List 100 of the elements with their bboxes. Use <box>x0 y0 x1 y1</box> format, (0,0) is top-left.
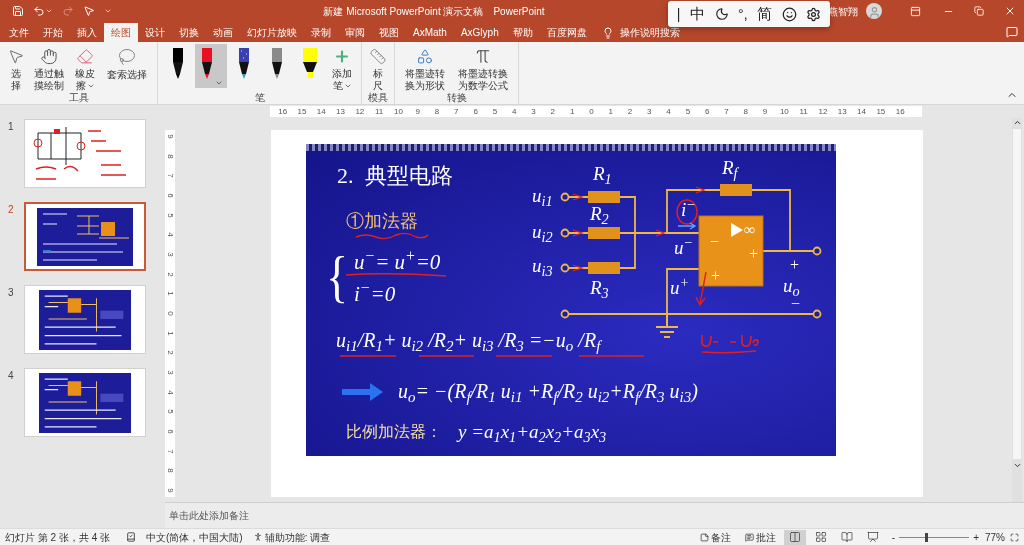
ruler-number: 11 <box>798 106 809 117</box>
comment-icon[interactable] <box>1006 26 1018 38</box>
circuit-label: u$^{−}$ <box>674 238 694 257</box>
undo-icon[interactable] <box>33 5 45 17</box>
save-icon[interactable] <box>12 5 24 17</box>
accessibility-status[interactable]: 辅助功能: 调查 <box>264 529 331 545</box>
settings-icon[interactable] <box>806 6 822 22</box>
ribbon-button[interactable]: 通过触摸绘制 <box>29 44 69 92</box>
ruler-number: 6 <box>165 429 175 434</box>
ruler-number: 3 <box>165 370 175 375</box>
zoom-out-button[interactable]: - <box>891 529 896 545</box>
highlighter-icon <box>302 47 318 81</box>
ribbon-tab[interactable]: 绘图 <box>104 23 138 42</box>
output-sign: − <box>791 296 801 312</box>
ruler-number: 8 <box>165 468 175 473</box>
zoom-level[interactable]: 77% <box>985 529 1005 545</box>
ribbon-tab[interactable]: 插入 <box>70 23 104 42</box>
ruler-number: 9 <box>165 134 175 139</box>
comments-button[interactable]: 批注 <box>744 529 776 545</box>
ribbon-tab[interactable]: 审阅 <box>338 23 372 42</box>
scroll-up-icon[interactable] <box>1012 118 1022 127</box>
ribbon-button[interactable]: 橡皮擦 <box>70 44 100 92</box>
punctuation-button[interactable]: °, <box>738 3 748 25</box>
terminal <box>560 309 570 319</box>
notes-button[interactable]: 备注 <box>699 529 731 545</box>
shapes-icon <box>416 48 434 65</box>
slide-number: 4 <box>7 369 15 383</box>
caret-icon[interactable] <box>45 7 53 15</box>
ribbon-tab[interactable]: 百度网盘 <box>539 23 594 42</box>
smiley-icon[interactable] <box>781 6 797 22</box>
ruler-number: 7 <box>453 106 460 117</box>
ribbon-tab[interactable]: 设计 <box>138 23 172 42</box>
slide-thumbnail[interactable] <box>24 202 146 271</box>
slide-subtitle: ①加法器 <box>346 212 418 230</box>
ribbon-tab[interactable]: 开始 <box>36 23 70 42</box>
arrow-icon <box>342 383 383 401</box>
resistor <box>720 184 752 196</box>
pen-button[interactable] <box>195 44 227 88</box>
pen-icon <box>199 47 215 81</box>
ruler-number: 16 <box>277 106 289 117</box>
notes-field[interactable]: 单击此处添加备注 <box>169 508 249 523</box>
normal-view-icon <box>788 531 801 543</box>
restore-icon[interactable] <box>974 6 984 16</box>
ink-handwriting-drawing <box>701 334 759 354</box>
language-status[interactable]: 中文(简体，中国大陆) <box>146 529 243 545</box>
pointer-icon[interactable] <box>83 5 95 17</box>
ribbon-tab[interactable]: 视图 <box>372 23 406 42</box>
ribbon-tab[interactable]: 录制 <box>304 23 338 42</box>
ribbon-button[interactable]: 将墨迹转换为数学公式 <box>452 44 514 92</box>
zoom-in-button[interactable]: + <box>973 529 979 545</box>
ime-mode-button[interactable]: 中 <box>689 2 705 26</box>
scroll-bar[interactable] <box>1012 118 1022 502</box>
ruler-number: 13 <box>836 106 848 117</box>
terminal <box>560 192 570 202</box>
ribbon-button[interactable]: 将墨迹转换为形状 <box>399 44 451 92</box>
ribbon-button[interactable]: 选择 <box>4 44 28 92</box>
spelling-icon[interactable] <box>126 532 136 542</box>
ruler-number: 0 <box>165 311 175 316</box>
hand-icon <box>40 48 58 65</box>
ribbon-button[interactable]: 套索选择 <box>101 44 153 92</box>
terminal <box>812 309 822 319</box>
ruler-number: 2 <box>165 350 175 355</box>
fit-slide-icon[interactable] <box>1010 532 1019 542</box>
notes-icon <box>699 532 709 542</box>
circuit-label: R$_{1}$ <box>593 164 612 183</box>
view-button[interactable] <box>783 529 806 545</box>
terminal <box>560 263 570 273</box>
caret-icon <box>215 79 223 87</box>
ruler-number: 2 <box>626 106 634 117</box>
customize-caret-icon[interactable] <box>104 7 112 15</box>
circuit-label: R$_{3}$ <box>590 278 609 297</box>
grid-icon <box>814 531 827 543</box>
ruler-number: 4 <box>665 106 672 117</box>
avatar[interactable] <box>866 3 882 19</box>
ribbon-display-icon[interactable] <box>910 5 921 17</box>
slide-number: 3 <box>7 286 15 300</box>
ruler-number: 7 <box>723 106 730 117</box>
accessibility-icon <box>252 532 263 542</box>
ribbon-tab[interactable]: 文件 <box>2 23 36 42</box>
ribbon-tab[interactable]: 切换 <box>172 23 206 42</box>
ruler-icon <box>369 48 387 65</box>
circuit-label: i$^{−}$ <box>681 200 696 219</box>
scroll-down-icon[interactable] <box>1012 461 1022 470</box>
ribbon-tab[interactable]: AxGlyph <box>453 23 506 42</box>
moon-icon[interactable] <box>714 7 729 21</box>
current-arrow <box>677 222 697 230</box>
zoom-slider[interactable] <box>899 532 970 542</box>
ribbon-tab[interactable]: 帮助 <box>505 23 540 42</box>
search-field[interactable]: 操作说明搜索 <box>619 25 680 40</box>
ribbon-button[interactable]: 添加笔 <box>327 44 357 92</box>
condition-formula: i$^{−}$=0 <box>354 284 396 305</box>
close-icon[interactable] <box>1004 5 1016 17</box>
ruler-number: 6 <box>472 106 479 117</box>
zoom-thumb[interactable] <box>924 532 928 542</box>
ribbon-tab[interactable]: 动画 <box>206 23 240 42</box>
ruler-number: 9 <box>414 106 421 117</box>
ribbon-tab[interactable]: 幻灯片放映 <box>240 23 304 42</box>
ribbon-tab[interactable]: AxMath <box>406 23 454 42</box>
ribbon-button[interactable]: 标尺 <box>366 44 390 92</box>
script-button[interactable]: 简 <box>757 2 773 26</box>
